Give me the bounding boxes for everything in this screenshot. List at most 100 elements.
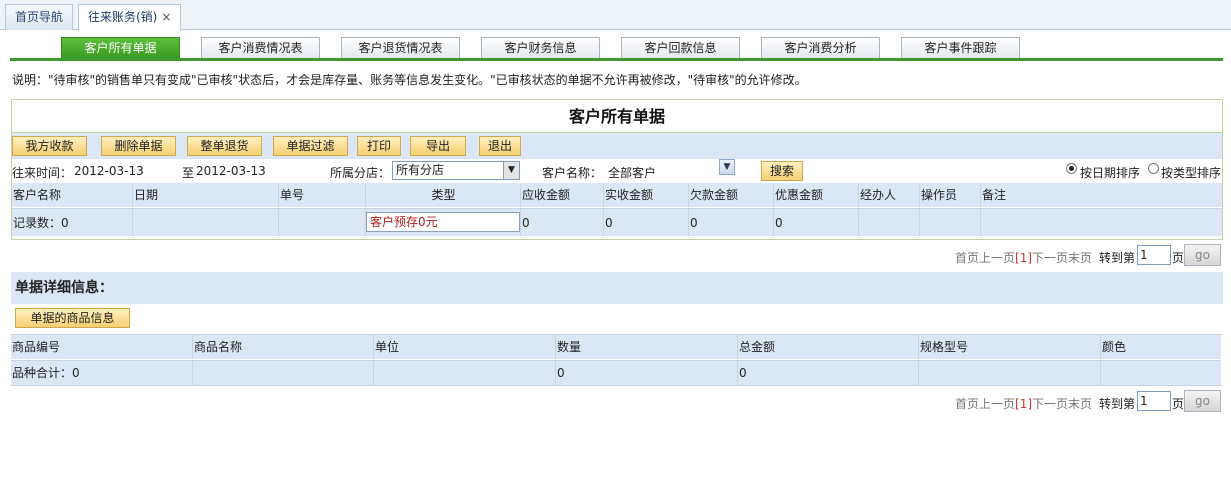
last-page-link[interactable]: 末页 bbox=[1068, 251, 1092, 265]
table-cell bbox=[133, 209, 279, 236]
subtab-finance[interactable]: 客户财务信息 bbox=[481, 37, 600, 58]
chevron-down-icon[interactable]: ▼ bbox=[719, 159, 735, 175]
subtab-returns[interactable]: 客户退货情况表 bbox=[341, 37, 460, 58]
prev-page-link[interactable]: 上一页 bbox=[979, 397, 1015, 411]
exit-button[interactable]: 退出 bbox=[479, 136, 521, 156]
table-cell bbox=[279, 209, 366, 236]
column-header: 数量 bbox=[556, 335, 738, 359]
column-header: 优惠金额 bbox=[774, 183, 859, 207]
goods-table: 商品编号 商品名称 单位 数量 总金额 规格型号 颜色 品种合计：0 0 0 bbox=[11, 334, 1223, 386]
column-header: 备注 bbox=[982, 188, 1007, 202]
table-cell bbox=[1101, 361, 1221, 385]
jump-label: 转到第 bbox=[1099, 251, 1136, 265]
record-count: 记录数：0 bbox=[12, 209, 133, 236]
page-input[interactable]: 1 bbox=[1137, 245, 1171, 265]
panel-title: 客户所有单据 bbox=[12, 100, 1222, 133]
column-header: 商品名称 bbox=[193, 335, 374, 359]
page-unit: 页 bbox=[1172, 251, 1185, 265]
sort-by-date-radio[interactable] bbox=[1066, 163, 1077, 174]
page-unit: 页 bbox=[1172, 397, 1185, 411]
column-header: 欠款金额 bbox=[689, 183, 774, 207]
current-page: [1] bbox=[1015, 251, 1033, 265]
table-cell bbox=[374, 361, 556, 385]
sort-by-type-radio[interactable] bbox=[1148, 163, 1159, 174]
next-page-link[interactable]: 下一页 bbox=[1032, 397, 1068, 411]
amount-total: 0 bbox=[738, 361, 919, 385]
toolbar: 我方收款 删除单据 整单退货 单据过滤 打印 导出 退出 bbox=[12, 133, 1222, 159]
table-row: 品种合计：0 0 0 bbox=[11, 360, 1221, 385]
date-to-field[interactable]: 2012-03-13 bbox=[196, 164, 266, 178]
date-from-field[interactable]: 2012-03-13 bbox=[74, 164, 144, 178]
customer-label: 客户名称： bbox=[542, 166, 603, 180]
subtab-all-documents[interactable]: 客户所有单据 bbox=[61, 37, 180, 58]
received-total: 0 bbox=[604, 209, 689, 236]
time-label: 往来时间： bbox=[12, 166, 73, 180]
page-input[interactable]: 1 bbox=[1137, 391, 1171, 411]
search-button[interactable]: 搜索 bbox=[761, 161, 803, 181]
next-page-link[interactable]: 下一页 bbox=[1032, 251, 1068, 265]
tab-label: 首页导航 bbox=[15, 10, 64, 24]
table-cell: 客户预存0元 bbox=[366, 209, 521, 236]
go-button[interactable]: go bbox=[1184, 390, 1221, 412]
first-page-link[interactable]: 首页 bbox=[955, 251, 979, 265]
filter-documents-button[interactable]: 单据过滤 bbox=[273, 136, 348, 156]
column-header: 商品编号 bbox=[11, 335, 193, 359]
subtab-payback[interactable]: 客户回款信息 bbox=[621, 37, 740, 58]
detail-title: 单据详细信息： bbox=[11, 272, 1223, 304]
sort-by-type-label: 按类型排序 bbox=[1161, 166, 1222, 180]
table-header-row: 客户名称 日期 单号 类型 应收金额 实收金额 欠款金额 优惠金额 经办人 操作… bbox=[12, 183, 1222, 207]
prev-page-link[interactable]: 上一页 bbox=[979, 251, 1015, 265]
table-header-row: 商品编号 商品名称 单位 数量 总金额 规格型号 颜色 bbox=[11, 335, 1221, 359]
column-header: 日期 bbox=[133, 183, 279, 207]
customer-field[interactable]: 全部客户 bbox=[608, 164, 656, 181]
tab-account-sales[interactable]: 往来账务(销) × bbox=[78, 4, 182, 31]
delete-document-button[interactable]: 删除单据 bbox=[101, 136, 176, 156]
jump-label: 转到第 bbox=[1099, 397, 1136, 411]
table-cell bbox=[859, 209, 920, 236]
go-button[interactable]: go bbox=[1184, 244, 1221, 266]
subnav-underline bbox=[10, 58, 1223, 61]
pager-bottom: 首页上一页[1]下一页末页 bbox=[955, 395, 1092, 412]
branch-label: 所属分店： bbox=[330, 166, 391, 180]
column-header: 经办人 bbox=[859, 183, 920, 207]
pager-top: 首页上一页[1]下一页末页 bbox=[955, 249, 1092, 266]
subtab-consumption[interactable]: 客户消费情况表 bbox=[201, 37, 320, 58]
export-button[interactable]: 导出 bbox=[410, 136, 466, 156]
full-return-button[interactable]: 整单退货 bbox=[187, 136, 262, 156]
table-cell bbox=[919, 361, 1101, 385]
chevron-down-icon[interactable]: ▼ bbox=[503, 162, 519, 179]
detail-toolbar: 单据的商品信息 bbox=[11, 304, 1223, 334]
receive-payment-button[interactable]: 我方收款 bbox=[12, 136, 87, 156]
column-header: 总金额 bbox=[738, 335, 919, 359]
column-header: 实收金额 bbox=[604, 183, 689, 207]
subtab-analysis[interactable]: 客户消费分析 bbox=[761, 37, 880, 58]
to-label: 至 bbox=[182, 166, 195, 180]
filter-row: 往来时间： 2012-03-13 至 2012-03-13 所属分店： 所有分店… bbox=[12, 159, 1222, 183]
goods-info-button[interactable]: 单据的商品信息 bbox=[15, 308, 130, 328]
table-row: 记录数：0 客户预存0元 0 0 0 0 bbox=[12, 208, 1222, 236]
goods-count: 品种合计：0 bbox=[11, 361, 193, 385]
documents-table: 客户名称 日期 单号 类型 应收金额 实收金额 欠款金额 优惠金额 经办人 操作… bbox=[12, 183, 1222, 239]
quantity-total: 0 bbox=[556, 361, 738, 385]
column-header: 客户名称 bbox=[12, 183, 133, 207]
current-page: [1] bbox=[1015, 397, 1033, 411]
column-header: 颜色 bbox=[1102, 340, 1127, 354]
column-header: 单位 bbox=[374, 335, 556, 359]
last-page-link[interactable]: 末页 bbox=[1068, 397, 1092, 411]
column-header: 规格型号 bbox=[919, 335, 1101, 359]
column-header: 应收金额 bbox=[521, 183, 604, 207]
tab-home-nav[interactable]: 首页导航 bbox=[5, 4, 74, 30]
branch-select[interactable]: 所有分店 ▼ bbox=[392, 161, 520, 180]
table-cell bbox=[920, 209, 981, 236]
receivable-total: 0 bbox=[521, 209, 604, 236]
close-icon[interactable]: × bbox=[161, 10, 171, 24]
subtab-events[interactable]: 客户事件跟踪 bbox=[901, 37, 1020, 58]
first-page-link[interactable]: 首页 bbox=[955, 397, 979, 411]
notice-text: 说明："待审核"的销售单只有变成"已审核"状态后，才会是库存量、账务等信息发生变… bbox=[12, 73, 807, 87]
sort-by-date-label: 按日期排序 bbox=[1080, 166, 1141, 180]
top-tab-bar: 首页导航 往来账务(销) × bbox=[0, 0, 1231, 31]
column-header: 操作员 bbox=[920, 183, 981, 207]
table-cell bbox=[193, 361, 374, 385]
print-button[interactable]: 打印 bbox=[357, 136, 401, 156]
discount-total: 0 bbox=[774, 209, 859, 236]
